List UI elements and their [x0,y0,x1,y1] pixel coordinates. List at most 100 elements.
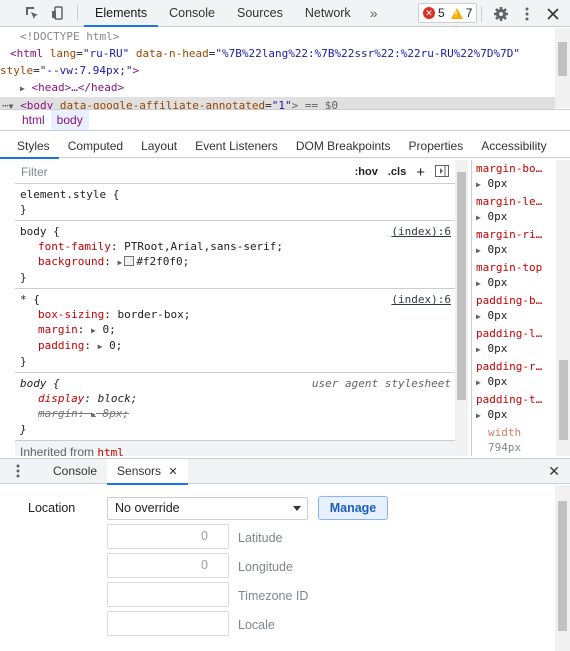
dom-head-node[interactable]: ▶ <head>…</head> [20,79,555,97]
tab-layout[interactable]: Layout [132,134,186,158]
drawer-menu-icon[interactable] [0,464,36,478]
css-declaration[interactable]: box-sizing: border-box; [20,307,450,322]
error-count: 5 [438,6,445,20]
expand-triangle-icon[interactable]: ▶ [476,180,481,189]
ellipsis-icon[interactable]: ⋯ [2,99,9,109]
breadcrumb-html[interactable]: html [16,110,51,130]
computed-property[interactable]: margin-ri… ▶ 0px [472,226,555,259]
locale-input[interactable] [107,611,229,636]
css-declaration[interactable]: display: block; [20,391,450,406]
expand-triangle-icon[interactable]: ▶ [91,410,96,419]
element-style-rule[interactable]: element.style { } [15,184,455,221]
tab-sources[interactable]: Sources [226,0,294,26]
dom-scrollbar[interactable] [555,28,570,108]
computed-property[interactable]: width 794px [472,424,555,456]
location-select[interactable]: No override [107,497,308,520]
expand-triangle-icon[interactable]: ▶ [98,342,103,351]
tab-elements[interactable]: Elements [84,0,159,27]
tab-network[interactable]: Network [294,0,362,26]
property-value: 8px; [102,407,129,420]
scroll-thumb[interactable] [457,172,466,400]
scroll-thumb[interactable] [559,360,568,440]
expand-triangle-icon[interactable]: ▶ [476,213,481,222]
warning-icon: ! [450,7,463,19]
color-swatch[interactable] [124,256,135,266]
body-rule[interactable]: body { (index):6 font-family: PTRoot,Ari… [15,221,455,289]
tab-properties[interactable]: Properties [400,134,473,158]
computed-scrollbar[interactable] [556,160,570,456]
expand-triangle-icon[interactable]: ▶ [20,84,25,93]
css-declaration[interactable]: padding: ▶ 0; [20,338,450,354]
expand-triangle-icon[interactable]: ▶ [117,258,122,267]
cls-button[interactable]: .cls [388,166,406,178]
computed-property-value: 794px [488,441,522,454]
css-declaration-overridden[interactable]: margin: ▶ 8px; [20,406,450,422]
property-value: 0; [102,323,116,336]
computed-property[interactable]: padding-r… ▶ 0px [472,358,555,391]
dom-tree[interactable]: <!DOCTYPE html> <html lang="ru-RU" data-… [0,28,555,109]
computed-property[interactable]: padding-b… ▶ 0px [472,292,555,325]
property-value: PTRoot,Arial,sans-serif; [124,240,284,253]
expand-triangle-icon[interactable]: ▶ [476,246,481,255]
user-agent-rule[interactable]: body { user agent stylesheet display: bl… [15,373,455,441]
tab-accessibility[interactable]: Accessibility [472,134,555,158]
breadcrumb-body[interactable]: body [50,110,89,130]
dom-body-node[interactable]: ⋯▼ <body data-google-affiliate-annotated… [0,97,555,109]
expand-triangle-icon[interactable]: ▶ [476,312,481,321]
drawer-tab-sensors[interactable]: Sensors ✕ [107,458,188,485]
inherited-tag-link[interactable]: html [97,446,124,456]
expand-triangle-icon[interactable]: ▶ [476,378,481,387]
kebab-icon[interactable] [514,1,540,27]
expand-triangle-icon[interactable]: ▶ [91,326,96,335]
computed-property-value: 0px [487,243,508,256]
tab-event-listeners[interactable]: Event Listeners [186,134,287,158]
css-declaration[interactable]: background: ▶ #f2f0f0; [20,254,450,270]
longitude-input[interactable]: 0 [107,553,229,578]
tab-styles[interactable]: Styles [0,134,59,159]
computed-property[interactable]: padding-l… ▶ 0px [472,325,555,358]
rule-source-link[interactable]: (index):6 [391,292,451,307]
property-name: margin [38,407,78,420]
device-icon[interactable] [45,0,71,26]
latitude-input[interactable]: 0 [107,524,229,549]
rule-selector: * { [20,293,40,306]
collapse-triangle-icon[interactable]: ▼ [9,102,14,109]
manage-button[interactable]: Manage [318,496,388,520]
computed-property[interactable]: margin-bo… ▶ 0px [472,160,555,193]
expand-triangle-icon[interactable]: ▶ [476,279,481,288]
issues-counter[interactable]: ✕ 5 ! 7 [418,3,478,23]
dom-html-node[interactable]: <html lang="ru-RU" data-n-head="%7B%22la… [10,45,555,62]
tab-console[interactable]: Console [158,0,226,26]
more-tabs-icon[interactable]: » [362,5,386,21]
computed-property[interactable]: margin-le… ▶ 0px [472,193,555,226]
inspect-icon[interactable] [19,0,45,26]
toggle-sidebar-icon[interactable] [435,164,449,180]
head-tag: <head>…</head> [31,81,125,94]
styles-scrollbar[interactable] [455,160,468,456]
filter-input[interactable]: Filter [21,165,48,179]
hov-button[interactable]: :hov [355,166,378,178]
scroll-thumb[interactable] [558,42,567,76]
tab-computed[interactable]: Computed [59,134,132,158]
computed-property[interactable]: padding-t… ▶ 0px [472,391,555,424]
sensors-scrollbar[interactable] [555,485,570,651]
universal-rule[interactable]: * { (index):6 box-sizing: border-box; ma… [15,289,455,373]
scroll-thumb[interactable] [558,501,567,631]
new-rule-icon[interactable]: + [416,164,425,181]
timezone-input[interactable] [107,582,229,607]
close-tab-icon[interactable]: ✕ [168,466,177,478]
tab-dom-breakpoints[interactable]: DOM Breakpoints [287,134,400,158]
close-drawer-icon[interactable]: ✕ [548,463,560,480]
dom-html-node-cont[interactable]: style="--vw:7.94px;"> [0,62,555,79]
expand-triangle-icon[interactable]: ▶ [476,345,481,354]
computed-property[interactable]: margin-top ▶ 0px [472,259,555,292]
styles-filter: Filter :hov .cls + [15,160,455,184]
css-declaration[interactable]: margin: ▶ 0; [20,322,450,338]
close-icon[interactable] [540,1,566,27]
gear-icon[interactable] [488,1,514,27]
expand-triangle-icon[interactable]: ▶ [476,411,481,420]
drawer-tab-console[interactable]: Console [43,459,107,484]
css-declaration[interactable]: font-family: PTRoot,Arial,sans-serif; [20,239,450,254]
dom-doctype[interactable]: <!DOCTYPE html> [20,28,555,45]
rule-source-link[interactable]: (index):6 [391,224,451,239]
